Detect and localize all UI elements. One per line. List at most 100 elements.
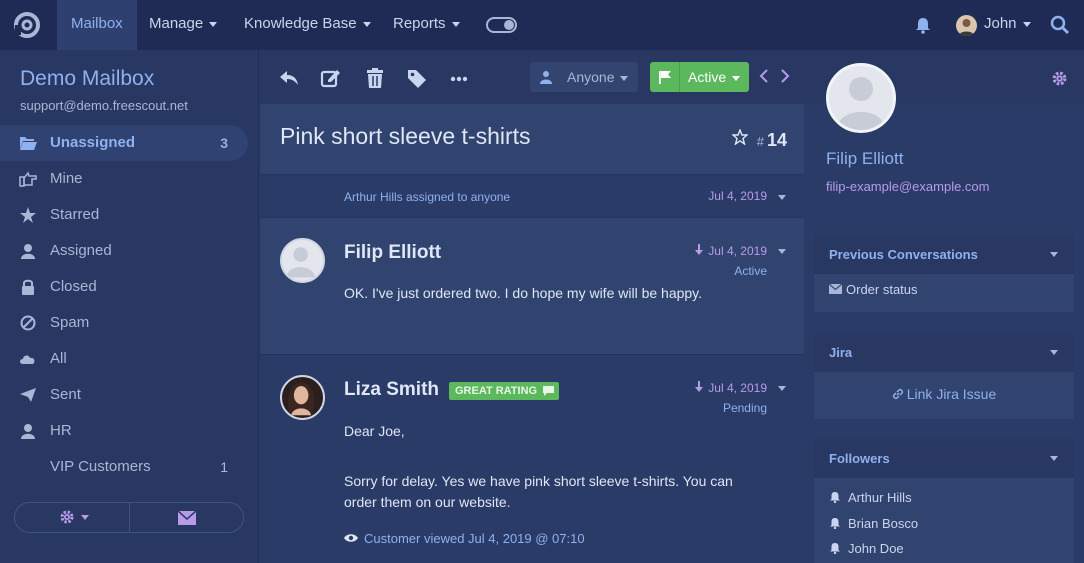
- panel-title: Followers: [829, 451, 890, 466]
- thread-menu-icon[interactable]: [778, 249, 786, 254]
- tag-icon[interactable]: [406, 67, 428, 89]
- panel-header[interactable]: Jira: [814, 333, 1074, 372]
- arrow-down-icon: [695, 381, 704, 392]
- link-jira-issue-label: Link Jira Issue: [906, 386, 997, 402]
- more-options-icon[interactable]: [448, 67, 470, 89]
- follower-item[interactable]: Arthur Hills: [829, 485, 1074, 511]
- panel-title: Previous Conversations: [829, 247, 978, 262]
- top-navbar: Mailbox Manage Knowledge Base Reports Jo…: [0, 0, 1084, 50]
- chevron-down-icon: [1050, 456, 1058, 461]
- trash-icon[interactable]: [364, 67, 386, 89]
- panel-title: Jira: [829, 345, 853, 360]
- user-name: John: [984, 15, 1017, 32]
- thread-menu-icon[interactable]: [778, 386, 786, 391]
- folder-mine[interactable]: Mine: [0, 161, 248, 197]
- nav-knowledge-base[interactable]: Knowledge Base: [230, 0, 385, 50]
- status-label: Active: [688, 69, 727, 85]
- folder-label: Starred: [50, 206, 100, 223]
- chevron-right-icon[interactable]: [779, 68, 791, 84]
- previous-conversations-panel: Previous Conversations Order status: [814, 235, 1074, 312]
- chevron-down-icon: [451, 21, 460, 27]
- folder-hr[interactable]: HR: [0, 413, 248, 449]
- bell-icon: [830, 543, 840, 555]
- cloud-icon: [20, 355, 35, 364]
- thread-body: OK. I've just ordered two. I do hope my …: [344, 285, 703, 301]
- customer-email[interactable]: filip-example@example.com: [826, 179, 989, 194]
- folder-vip-customers[interactable]: VIP Customers 1: [0, 449, 248, 485]
- conversation-pane: Anyone Active Pink short sleeve t-shirts…: [260, 50, 804, 563]
- folder-count: 1: [220, 459, 228, 475]
- folder-sent[interactable]: Sent: [0, 377, 248, 413]
- freescout-logo-icon[interactable]: [13, 11, 41, 39]
- thread-author[interactable]: Filip Elliott: [344, 242, 441, 264]
- mailbox-title[interactable]: Demo Mailbox: [20, 67, 154, 91]
- thread-agent: Liza Smith GREAT RATING Jul 4, 2019 Pend…: [260, 354, 804, 563]
- user-menu[interactable]: John: [970, 0, 1045, 50]
- folder-label: Unassigned: [50, 134, 136, 151]
- jira-panel: Jira Link Jira Issue: [814, 333, 1074, 419]
- chevron-down-icon: [362, 21, 371, 27]
- mailbox-settings-button[interactable]: [15, 503, 129, 532]
- folder-closed[interactable]: Closed: [0, 269, 248, 305]
- eye-icon: [344, 534, 358, 542]
- nav-mailbox-label: Mailbox: [71, 15, 123, 32]
- dark-mode-toggle[interactable]: [486, 17, 517, 33]
- lock-icon: [22, 279, 34, 295]
- avatar: [280, 238, 325, 283]
- folder-all[interactable]: All: [0, 341, 248, 377]
- ban-icon: [20, 315, 36, 331]
- folder-open-icon: [20, 137, 37, 150]
- bell-icon: [830, 492, 840, 504]
- line-item: Arthur Hills assigned to anyone Jul 4, 2…: [260, 174, 804, 217]
- line-item-menu-icon[interactable]: [778, 195, 786, 200]
- thread-status: Active: [734, 264, 767, 278]
- bell-icon[interactable]: [914, 16, 932, 34]
- new-conversation-button[interactable]: [130, 503, 244, 532]
- folder-label: VIP Customers: [50, 458, 151, 475]
- avatar: [280, 375, 325, 420]
- folder-unassigned[interactable]: Unassigned 3: [0, 125, 248, 161]
- rating-badge-label: GREAT RATING: [455, 385, 538, 397]
- panel-header[interactable]: Followers: [814, 439, 1074, 478]
- thread-date-text: Jul 4, 2019: [708, 381, 767, 395]
- conversation-subject: Pink short sleeve t-shirts: [280, 123, 531, 149]
- thread-customer: Filip Elliott Jul 4, 2019 Active OK. I'v…: [260, 217, 804, 354]
- sidebar-actions: [14, 502, 244, 533]
- folder-spam[interactable]: Spam: [0, 305, 248, 341]
- search-icon[interactable]: [1050, 15, 1070, 35]
- thread-author[interactable]: Liza Smith: [344, 379, 439, 401]
- arrow-down-icon: [695, 244, 704, 255]
- add-note-icon[interactable]: [320, 67, 342, 89]
- user-icon: [21, 424, 35, 439]
- follower-name: Brian Bosco: [848, 515, 919, 531]
- gear-icon[interactable]: [1051, 70, 1068, 87]
- followers-list: Arthur Hills Brian Bosco John Doe: [814, 478, 1074, 562]
- reply-icon[interactable]: [278, 67, 300, 89]
- folder-starred[interactable]: Starred: [0, 197, 248, 233]
- panel-header[interactable]: Previous Conversations: [814, 235, 1074, 274]
- nav-mailbox[interactable]: Mailbox: [57, 0, 137, 50]
- nav-reports[interactable]: Reports: [379, 0, 474, 50]
- hash-symbol: #: [756, 134, 764, 149]
- customer-name[interactable]: Filip Elliott: [826, 149, 903, 169]
- thread-status: Pending: [722, 401, 767, 415]
- follower-item[interactable]: John Doe: [829, 536, 1074, 562]
- chevron-down-icon: [1050, 252, 1058, 257]
- previous-conversation-title: Order status: [846, 282, 918, 297]
- status-dropdown[interactable]: Active: [650, 62, 749, 92]
- star-outline-icon[interactable]: [732, 129, 748, 145]
- nav-manage[interactable]: Manage: [135, 0, 231, 50]
- chevron-left-icon[interactable]: [758, 68, 770, 84]
- follower-item[interactable]: Brian Bosco: [829, 511, 1074, 537]
- hand-pointing-icon: [19, 171, 37, 187]
- link-jira-issue[interactable]: Link Jira Issue: [814, 372, 1074, 402]
- user-icon: [21, 244, 35, 259]
- previous-conversation-item[interactable]: Order status: [814, 274, 1074, 297]
- customer-sidebar: Filip Elliott filip-example@example.com …: [804, 50, 1084, 563]
- follower-name: John Doe: [848, 541, 904, 556]
- folder-label: Sent: [50, 386, 81, 403]
- assignee-dropdown[interactable]: Anyone: [530, 62, 638, 92]
- folder-assigned[interactable]: Assigned: [0, 233, 248, 269]
- nav-reports-label: Reports: [393, 15, 446, 32]
- flag-icon: [650, 62, 680, 92]
